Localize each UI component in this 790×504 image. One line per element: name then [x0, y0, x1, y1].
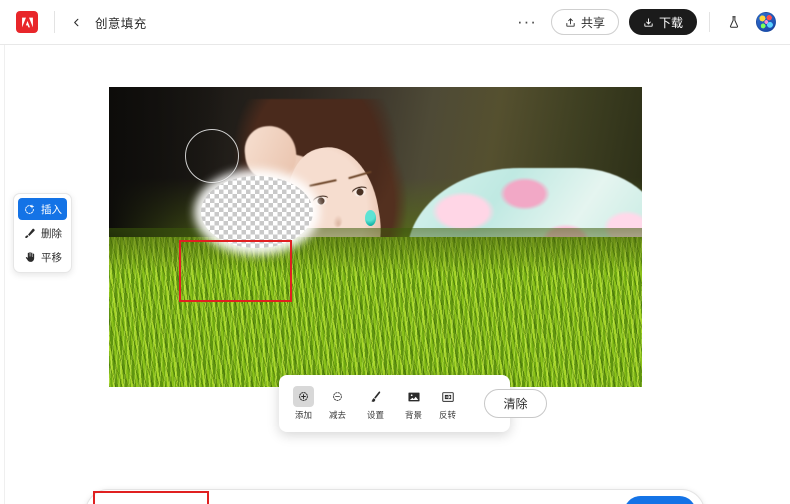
- download-icon: [643, 17, 654, 28]
- background-group: 背景 反转: [398, 386, 463, 421]
- tool-insert-label: 插入: [41, 203, 62, 216]
- option-invert[interactable]: 反转: [432, 386, 463, 421]
- tool-insert[interactable]: 插入: [18, 198, 67, 220]
- option-add-label: 添加: [294, 410, 312, 420]
- tool-panel: 插入 删除 平移: [13, 193, 72, 273]
- share-button[interactable]: 共享: [550, 9, 619, 35]
- more-horizontal-icon[interactable]: ···: [513, 13, 541, 30]
- prompt-input[interactable]: [104, 490, 570, 504]
- download-button-label: 下载: [658, 15, 683, 30]
- brush-settings-icon: [365, 386, 386, 407]
- subtract-brush-icon: [327, 386, 348, 407]
- option-invert-label: 反转: [438, 410, 456, 420]
- avatar[interactable]: [756, 12, 776, 32]
- prompt-bar: 生成: [85, 489, 705, 504]
- adobe-logo-icon[interactable]: [16, 11, 38, 33]
- option-settings-label: 设置: [366, 410, 384, 420]
- brush-mode-group: 添加 减去: [288, 386, 353, 421]
- generate-button[interactable]: 生成: [624, 496, 696, 504]
- transparent-selection-region: [200, 175, 313, 248]
- canvas-area: 插入 删除 平移 添加 减去 设置 背景 反转 清除 Gold Bracelet: [0, 45, 790, 504]
- brush-circle-cursor: [184, 129, 239, 183]
- clear-button[interactable]: 清除: [484, 389, 547, 418]
- app-root: 创意填充 ··· 共享 下载 插入 删除 平移 添加 减去 设置 背景 反转 清…: [0, 0, 790, 504]
- share-upload-icon: [565, 17, 576, 28]
- add-brush-icon: [293, 386, 314, 407]
- annotation-rect-selection: [179, 240, 292, 302]
- invert-selection-icon: [437, 386, 458, 407]
- page-title: 创意填充: [95, 16, 147, 31]
- insert-selection-icon: [23, 203, 36, 216]
- option-add[interactable]: 添加: [288, 386, 319, 421]
- header-divider: [54, 11, 55, 33]
- image-canvas[interactable]: [109, 87, 642, 387]
- selection-option-bar: 添加 减去 设置 背景 反转 清除: [279, 375, 547, 432]
- header-actions: ··· 共享 下载: [513, 9, 790, 35]
- background-image-icon: [403, 386, 424, 407]
- option-background-label: 背景: [404, 410, 422, 420]
- left-rail-divider: [4, 45, 5, 504]
- option-background[interactable]: 背景: [398, 386, 429, 421]
- tool-pan[interactable]: 平移: [18, 246, 67, 268]
- header-divider-2: [709, 12, 710, 32]
- option-subtract-label: 减去: [328, 410, 346, 420]
- share-button-label: 共享: [580, 15, 605, 30]
- option-subtract[interactable]: 减去: [322, 386, 353, 421]
- back-button[interactable]: [65, 11, 87, 33]
- app-header: 创意填充 ··· 共享 下载: [0, 0, 790, 45]
- eraser-delete-icon: [23, 227, 36, 240]
- download-button[interactable]: 下载: [628, 9, 697, 35]
- source-photo: [109, 87, 642, 387]
- option-settings[interactable]: 设置: [365, 386, 386, 421]
- flask-beaker-icon[interactable]: [722, 10, 746, 34]
- tool-pan-label: 平移: [41, 251, 62, 264]
- hand-pan-icon: [23, 251, 36, 264]
- sliders-settings-icon[interactable]: [592, 500, 618, 504]
- tool-delete[interactable]: 删除: [18, 222, 67, 244]
- tool-delete-label: 删除: [41, 227, 62, 240]
